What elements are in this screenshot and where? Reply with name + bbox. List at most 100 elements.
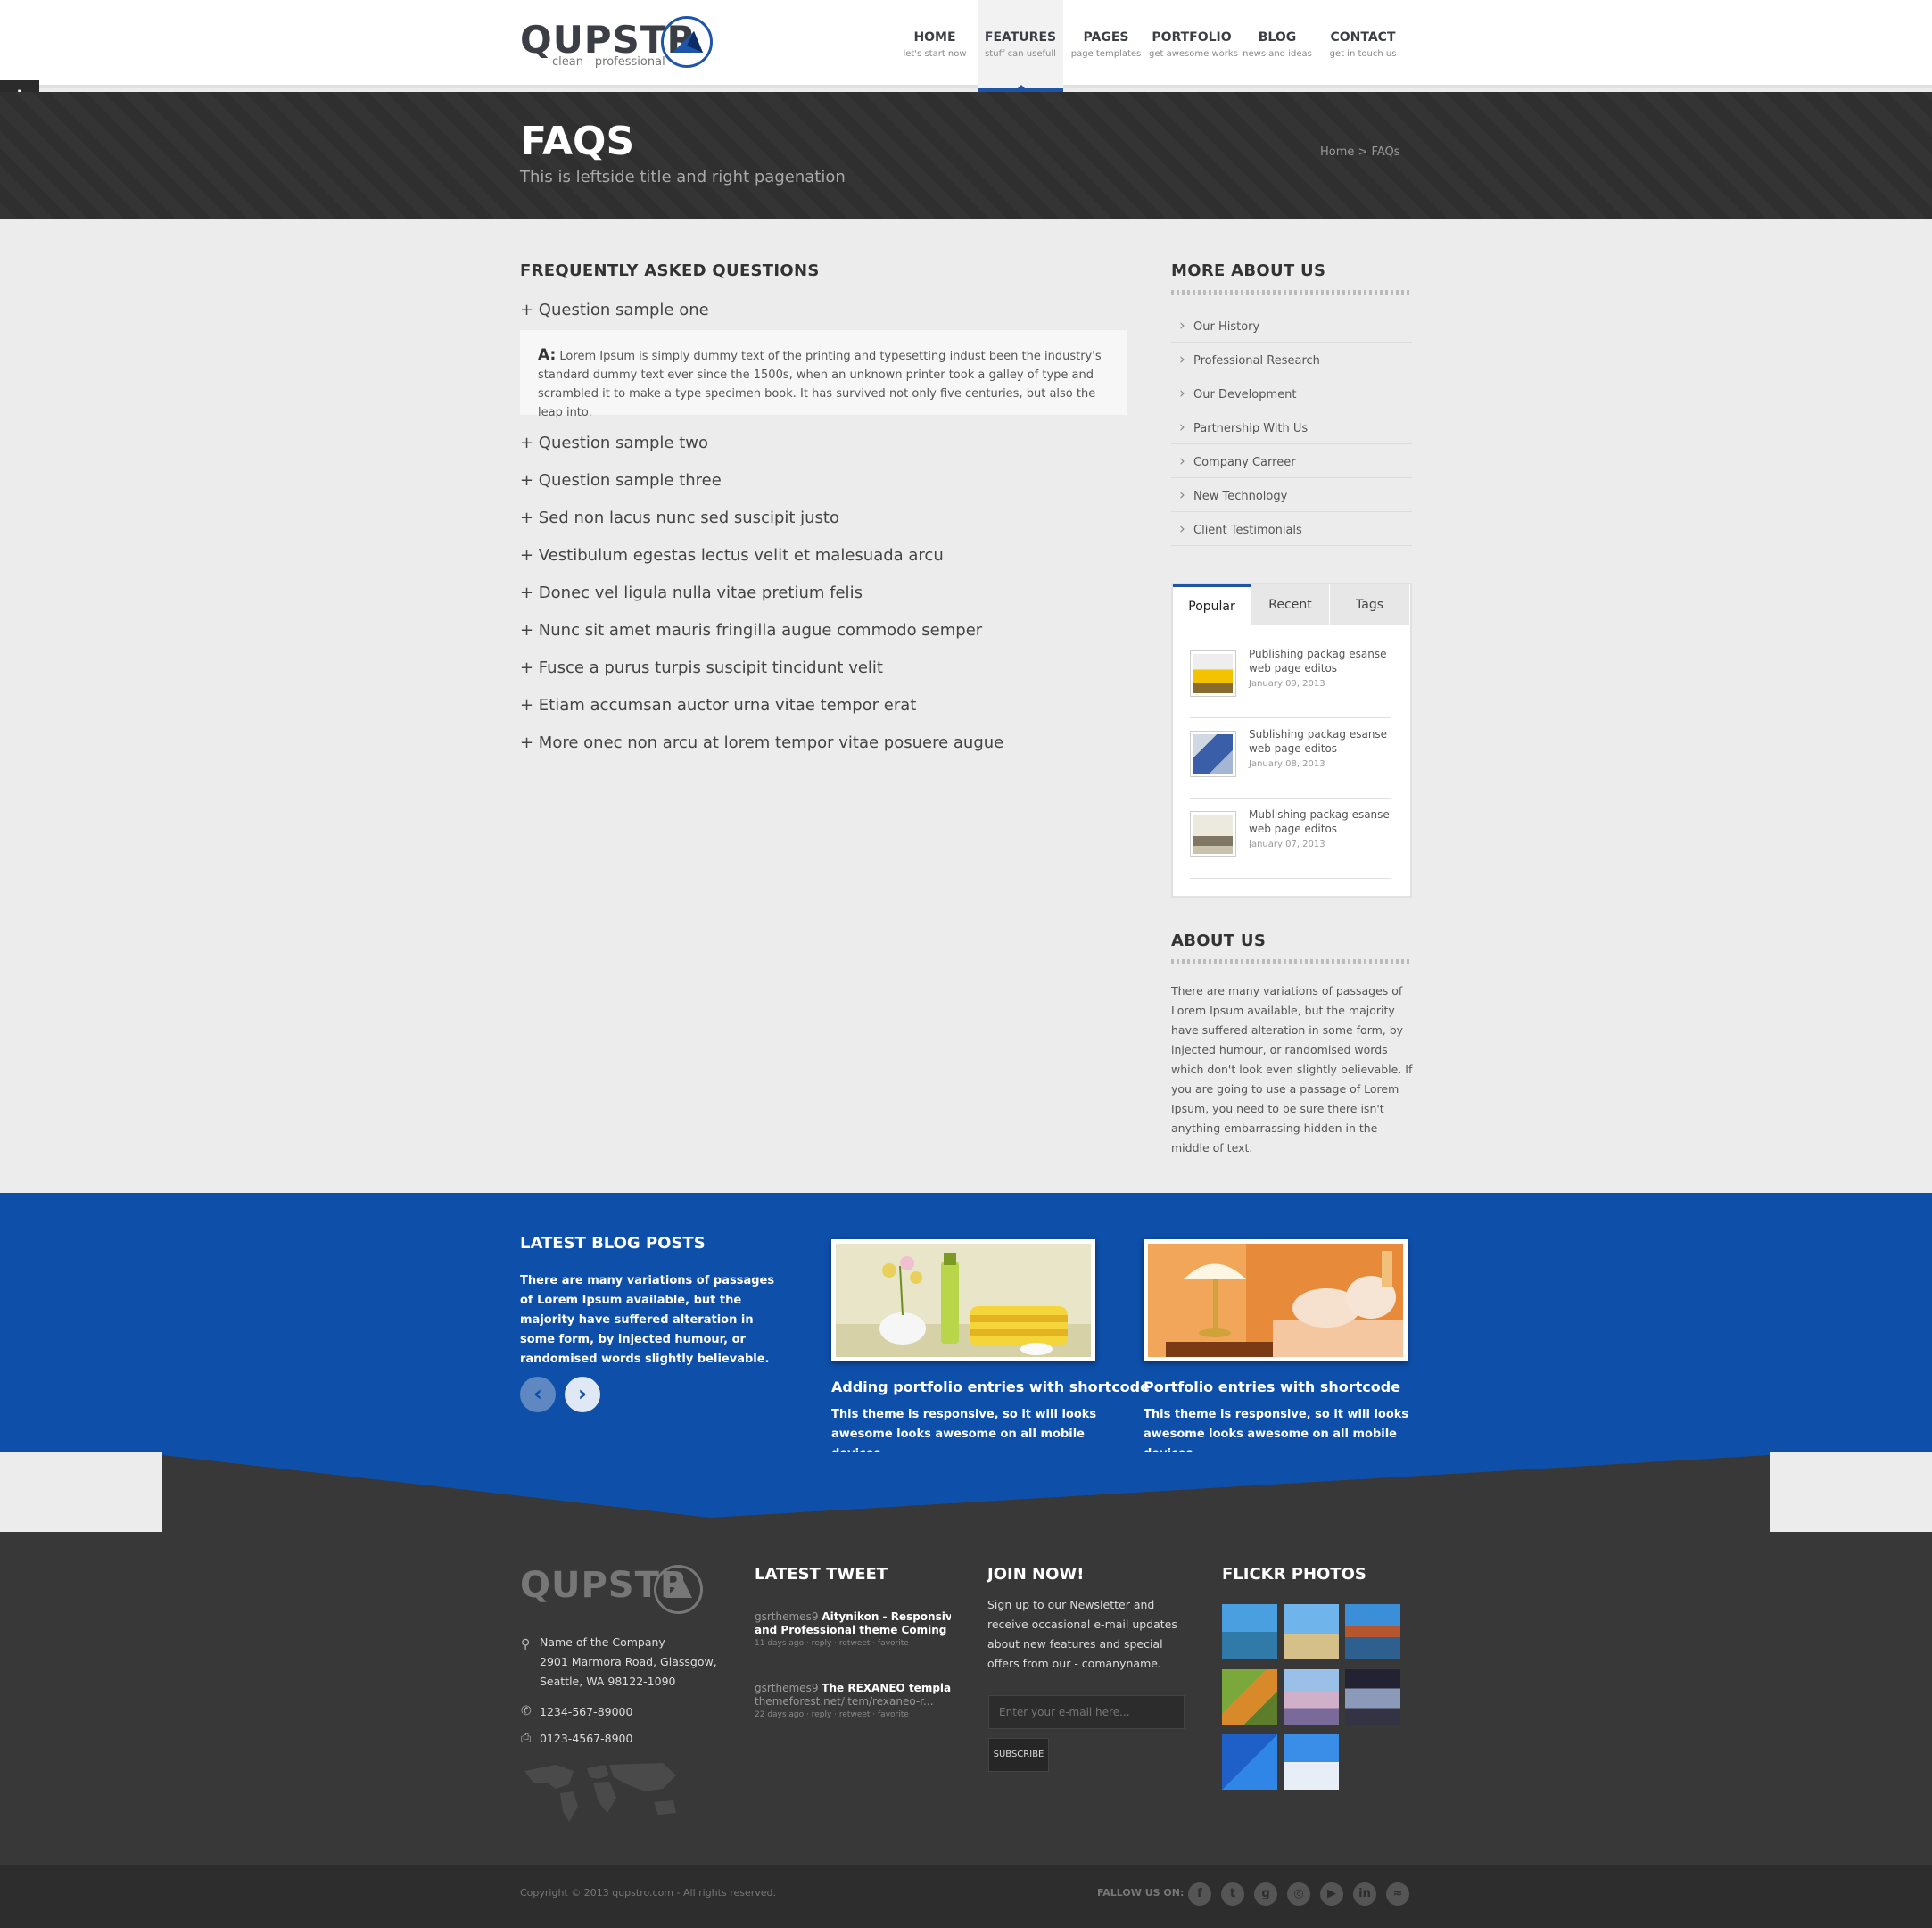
tab-recent[interactable]: Recent [1251,584,1330,625]
nav-label: PORTFOLIO [1152,30,1232,45]
latest-blog-intro: There are many variations of passages of… [520,1274,775,1366]
popular-post[interactable]: Publishing packag esanse web page editos… [1190,638,1391,718]
nav-label: BLOG [1258,30,1297,45]
post-date: January 08, 2013 [1249,759,1325,769]
flickr-heading: FLICKR PHOTOS [1222,1565,1366,1584]
faq-question[interactable]: + More onec non arcu at lorem tempor vit… [520,733,1003,752]
faq-question[interactable]: + Question sample three [520,471,722,490]
subscribe-button[interactable]: SUBSCRIBE [988,1738,1049,1772]
faq-question[interactable]: + Etiam accumsan auctor urna vitae tempo… [520,696,916,715]
flickr-photo[interactable] [1222,1734,1277,1790]
location-pin-icon: ⚲ [521,1637,531,1651]
footer-phone: 1234-567-89000 [540,1705,633,1718]
blog-post-image[interactable] [831,1239,1095,1361]
twitter-icon[interactable]: t [1221,1882,1244,1906]
tweet-user: gsrthemes9 [755,1682,819,1694]
nav-sublabel: page templates [1070,49,1142,59]
sidebar-link-research[interactable]: Professional Research [1171,343,1412,376]
answer-prefix: A: [538,346,557,364]
tweet-link[interactable]: themeforest.net/item/rexaneo-r... [755,1695,951,1709]
heading-divider [1171,290,1412,295]
tab-popular[interactable]: Popular [1173,584,1251,625]
blog-post-image[interactable] [1144,1239,1408,1361]
faq-question[interactable]: + Fusce a purus turpis suscipit tincidun… [520,658,883,677]
sidebar-link-career[interactable]: Company Carreer [1171,444,1412,478]
phone-icon: ✆ [521,1704,532,1718]
faq-question[interactable]: + Donec vel ligula nulla vitae pretium f… [520,583,863,602]
tweet-item[interactable]: gsrthemes9 Aitynikon - Responsive H1 and… [755,1610,951,1657]
faq-question[interactable]: + Sed non lacus nunc sed suscipit justo [520,509,839,527]
footer-logo-circle-icon [654,1565,703,1614]
nav-features[interactable]: FEATURES stuff can usefull [978,0,1063,92]
tweet-meta: 22 days ago · reply · retweet · favorite [755,1710,909,1719]
logo-circle-icon [661,16,713,68]
join-now-heading: JOIN NOW! [987,1565,1085,1584]
tweet-item[interactable]: gsrthemes9 The REXANEO template o themef… [755,1682,951,1728]
nav-home[interactable]: HOME let's start now [892,0,978,92]
popular-post[interactable]: Mublishing packag esanse web page editos… [1190,799,1391,879]
sidebar-link-technology[interactable]: New Technology [1171,478,1412,512]
faq-question[interactable]: + Vestibulum egestas lectus velit et mal… [520,546,944,565]
footer-corner [1770,1452,1932,1532]
footer-corner [0,1452,162,1532]
sidebar-link-development[interactable]: Our Development [1171,376,1412,410]
copyright-text: Copyright © 2013 qupstro.com - All right… [520,1887,777,1899]
newsletter-email-input[interactable] [988,1695,1185,1729]
nav-blog[interactable]: BLOG news and ideas [1234,0,1320,92]
blog-post-title[interactable]: Portfolio entries with shortcode [1144,1378,1400,1395]
site-logo[interactable]: QUPSTR clean - professional [520,16,713,73]
rss-icon[interactable]: ≈ [1386,1882,1409,1906]
tweet-text: and Professional theme Coming soon. [755,1624,951,1636]
nav-sublabel: let's start now [903,49,967,59]
faq-question[interactable]: + Question sample one [520,301,709,319]
post-title: Mublishing packag esanse web page editos [1249,808,1390,835]
google-plus-icon[interactable]: g [1254,1882,1277,1906]
nav-portfolio[interactable]: PORTFOLIO get awesome works [1149,0,1238,92]
sidebar-link-history[interactable]: Our History [1171,309,1412,343]
posts-tab-widget: Popular Recent Tags Publishing packag es… [1171,583,1412,898]
flickr-photo[interactable] [1222,1669,1277,1725]
page-title: FAQS [520,119,635,164]
tab-bar: Popular Recent Tags [1173,584,1410,625]
carousel-next-button[interactable]: › [565,1377,600,1412]
nav-sublabel: stuff can usefull [985,49,1056,59]
faq-question[interactable]: + Nunc sit amet mauris fringilla augue c… [520,621,982,640]
popular-post[interactable]: Sublishing packag esanse web page editos… [1190,718,1391,799]
blog-post-title[interactable]: Adding portfolio entries with shortcode [831,1378,1150,1395]
footer-logo[interactable]: QUPSTR [520,1565,707,1618]
faq-question[interactable]: + Question sample two [520,434,708,452]
faq-answer: A: Lorem Ipsum is simply dummy text of t… [520,330,1127,419]
flickr-photo[interactable] [1284,1604,1339,1659]
facebook-icon[interactable]: f [1188,1882,1211,1906]
post-thumbnail [1190,650,1236,697]
tweet-user: gsrthemes9 [755,1610,819,1623]
sidebar-link-partnership[interactable]: Partnership With Us [1171,410,1412,444]
youtube-icon[interactable]: ▶ [1320,1882,1343,1906]
flickr-photo[interactable] [1345,1604,1400,1659]
flickr-photo[interactable] [1284,1734,1339,1790]
tweet-text: The REXANEO template o [822,1682,951,1694]
nav-label: FEATURES [984,30,1057,45]
nav-contact[interactable]: CONTACT get in touch us [1320,0,1406,92]
about-us-text: There are many variations of passages of… [1171,984,1413,1154]
post-thumbnail [1190,731,1236,777]
linkedin-icon[interactable]: in [1353,1882,1376,1906]
tab-tags[interactable]: Tags [1330,584,1410,625]
flickr-photo[interactable] [1284,1669,1339,1725]
site-header: QUPSTR clean - professional HOME let's st… [0,0,1932,92]
faq-heading: FREQUENTLY ASKED QUESTIONS [520,261,820,280]
breadcrumb[interactable]: Home > FAQs [1320,145,1400,159]
more-about-heading: MORE ABOUT US [1171,261,1326,280]
post-date: January 09, 2013 [1249,679,1325,689]
footer-address: Name of the Company 2901 Marmora Road, G… [540,1633,717,1692]
post-title: Publishing packag esanse web page editos [1249,648,1387,674]
flickr-photo[interactable] [1345,1669,1400,1725]
flickr-photo[interactable] [1222,1604,1277,1659]
nav-pages[interactable]: PAGES page templates [1063,0,1149,92]
blue-chevron-edge [162,1452,1770,1518]
dribbble-icon[interactable]: ◎ [1287,1882,1310,1906]
latest-tweet-heading: LATEST TWEET [755,1565,888,1584]
heading-divider [1171,959,1412,964]
sidebar-link-testimonials[interactable]: Client Testimonials [1171,512,1412,546]
carousel-prev-button[interactable]: ‹ [520,1377,556,1412]
